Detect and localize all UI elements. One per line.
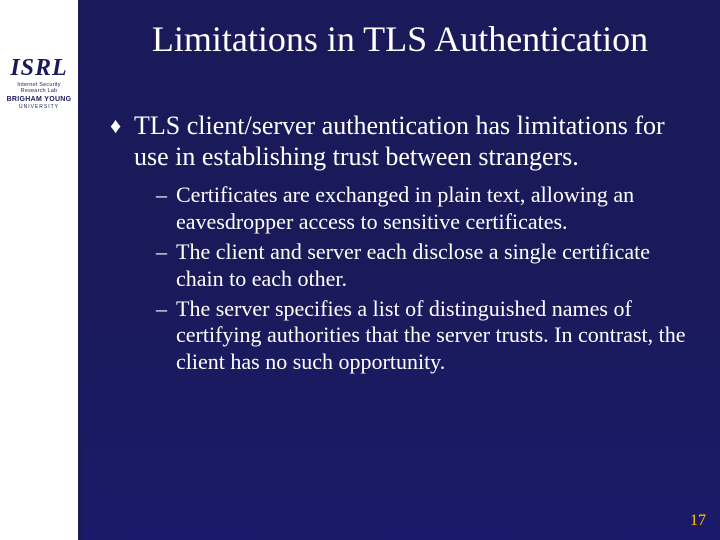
- sub-bullet-text: The client and server each disclose a si…: [176, 239, 690, 292]
- diamond-bullet-icon: ♦: [110, 110, 134, 139]
- list-item: – The client and server each disclose a …: [156, 239, 690, 292]
- dash-bullet-icon: –: [156, 239, 176, 265]
- sub-bullet-text: The server specifies a list of distingui…: [176, 296, 690, 375]
- slide-title: Limitations in TLS Authentication: [100, 18, 700, 60]
- slide: ISRL Internet Security Research Lab BRIG…: [0, 0, 720, 540]
- logo-subtitle: Internet Security Research Lab: [4, 82, 74, 94]
- dash-bullet-icon: –: [156, 296, 176, 322]
- logo-main: ISRL: [4, 56, 74, 80]
- logo: ISRL Internet Security Research Lab BRIG…: [4, 56, 74, 110]
- bullet-item: ♦ TLS client/server authentication has l…: [110, 110, 690, 172]
- sub-list: – Certificates are exchanged in plain te…: [156, 182, 690, 375]
- sub-bullet-text: Certificates are exchanged in plain text…: [176, 182, 690, 235]
- bullet-text: TLS client/server authentication has lim…: [134, 110, 690, 172]
- list-item: – Certificates are exchanged in plain te…: [156, 182, 690, 235]
- sidebar: ISRL Internet Security Research Lab BRIG…: [0, 0, 78, 540]
- list-item: – The server specifies a list of disting…: [156, 296, 690, 375]
- logo-university-sub: UNIVERSITY: [4, 104, 74, 110]
- divider: [78, 0, 82, 540]
- logo-university: BRIGHAM YOUNG: [4, 96, 74, 104]
- page-number: 17: [690, 512, 706, 530]
- dash-bullet-icon: –: [156, 182, 176, 208]
- content-area: ♦ TLS client/server authentication has l…: [110, 110, 690, 379]
